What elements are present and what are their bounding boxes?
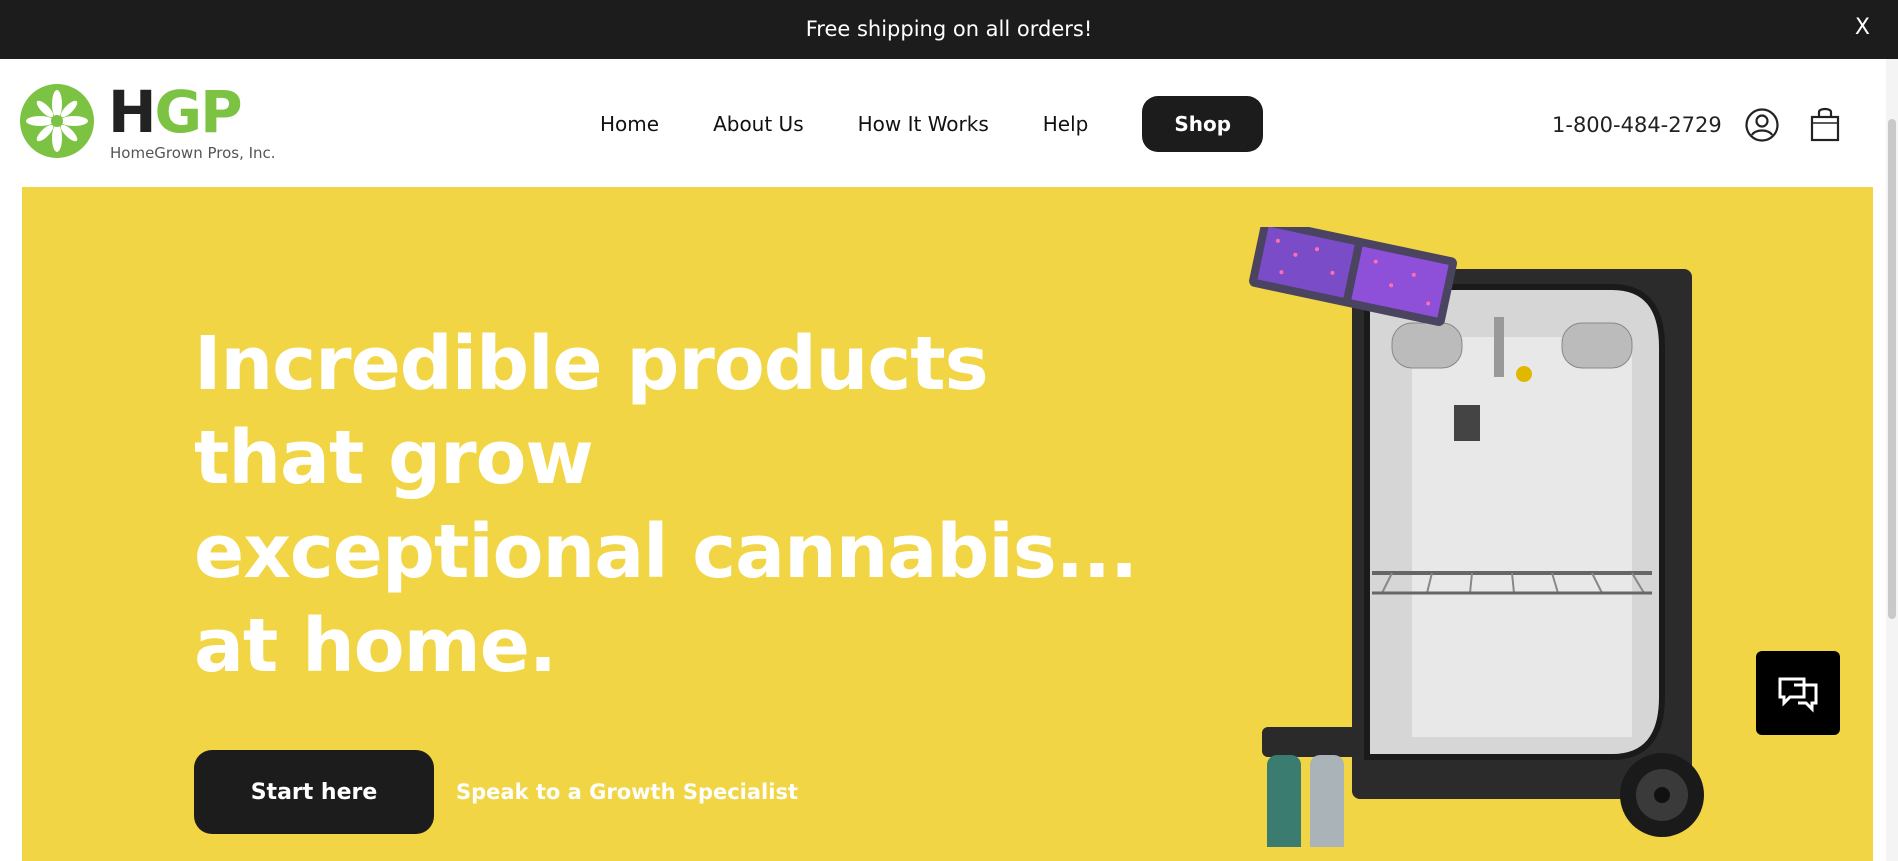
nav-help[interactable]: Help — [1043, 112, 1089, 136]
hero-title: Incredible products that grow exceptiona… — [194, 317, 1138, 693]
grow-tent-kit-image — [1232, 218, 1772, 861]
nav-home[interactable]: Home — [600, 112, 659, 136]
hero-title-line: that grow — [194, 415, 594, 501]
logo-letter-h: H — [108, 78, 157, 146]
speak-to-specialist-link[interactable]: Speak to a Growth Specialist — [456, 780, 798, 804]
announcement-close-button[interactable]: X — [1855, 15, 1870, 40]
site-header: HGP HomeGrown Pros, Inc. Home About Us H… — [0, 59, 1898, 187]
logo-wordmark: HGP — [108, 82, 243, 142]
shopping-bag-icon[interactable] — [1810, 106, 1840, 142]
logo-letters-gp: GP — [154, 78, 243, 146]
nav-how-it-works[interactable]: How It Works — [858, 112, 989, 136]
start-here-button[interactable]: Start here — [194, 750, 434, 834]
phone-number[interactable]: 1-800-484-2729 — [1552, 113, 1722, 137]
announcement-bar: Free shipping on all orders! X — [0, 0, 1898, 59]
hero-title-line: exceptional cannabis... — [194, 509, 1138, 595]
main-nav: Home About Us How It Works Help Shop — [600, 96, 1264, 152]
nav-about-us[interactable]: About Us — [713, 112, 804, 136]
chat-bubbles-icon[interactable] — [1756, 651, 1840, 735]
user-circle-icon[interactable] — [1745, 108, 1779, 142]
leaf-logo-icon — [20, 84, 94, 158]
logo-subtitle: HomeGrown Pros, Inc. — [110, 144, 276, 162]
scrollbar-thumb[interactable] — [1888, 119, 1896, 619]
hero-title-line: Incredible products — [194, 321, 989, 407]
hgp-logo[interactable]: HGP HomeGrown Pros, Inc. — [20, 82, 300, 164]
shop-button[interactable]: Shop — [1142, 96, 1264, 152]
page-scrollbar[interactable] — [1886, 59, 1898, 861]
announcement-text: Free shipping on all orders! — [805, 17, 1093, 41]
hero-title-line: at home. — [194, 603, 557, 689]
hero-banner: Incredible products that grow exceptiona… — [22, 187, 1873, 861]
